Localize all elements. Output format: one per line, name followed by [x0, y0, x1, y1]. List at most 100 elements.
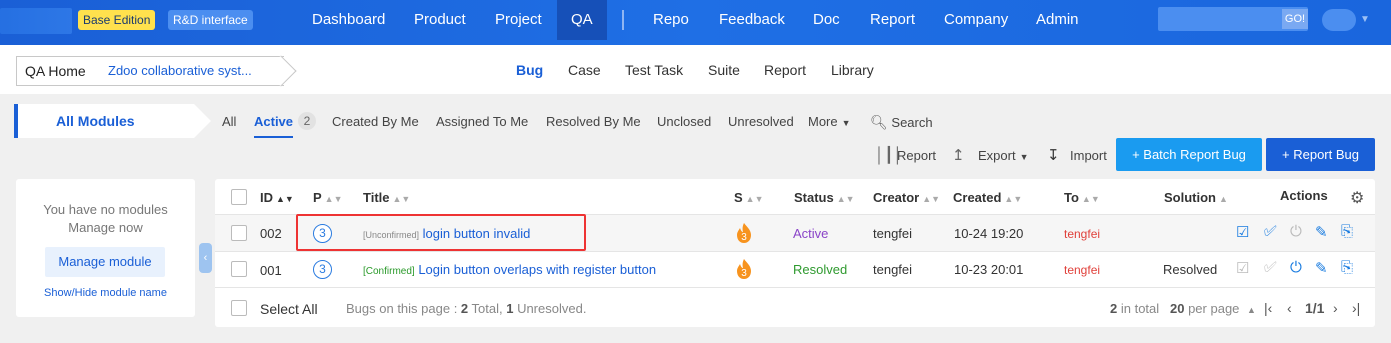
- col-priority[interactable]: P ▲▼: [313, 190, 343, 205]
- col-title-label: Title: [363, 190, 390, 205]
- nav-qa[interactable]: QA: [557, 0, 607, 40]
- collapse-panel-handle[interactable]: ‹: [199, 243, 212, 273]
- first-page-icon[interactable]: |‹: [1264, 300, 1272, 316]
- nav-dashboard[interactable]: Dashboard: [312, 0, 385, 40]
- filter-active[interactable]: Active: [254, 114, 294, 138]
- bug-title-link[interactable]: Login button overlaps with register butt…: [418, 262, 656, 277]
- header-checkbox[interactable]: [231, 189, 247, 205]
- filter-more[interactable]: More ▼: [808, 114, 851, 129]
- tab-suite[interactable]: Suite: [708, 62, 740, 78]
- row-checkbox[interactable]: [231, 225, 247, 241]
- nav-doc[interactable]: Doc: [813, 0, 840, 40]
- bug-title[interactable]: [Confirmed] Login button overlaps with r…: [363, 262, 656, 277]
- col-created[interactable]: Created ▲▼: [953, 190, 1022, 205]
- chevron-down-icon[interactable]: ▼: [1360, 14, 1370, 25]
- nav-repo[interactable]: Repo: [653, 0, 689, 40]
- resolve-bug-icon: ✅︎: [1264, 259, 1277, 276]
- edition-badge: Base Edition: [78, 10, 156, 30]
- edit-icon[interactable]: ✎: [1315, 223, 1328, 241]
- filter-unresolved[interactable]: Unresolved: [728, 114, 794, 129]
- col-solution[interactable]: Solution ▲: [1164, 190, 1228, 205]
- total-count: 2 in total: [1110, 301, 1159, 316]
- sort-icon: ▲▼: [745, 194, 764, 204]
- page-indicator: 1/1: [1305, 300, 1325, 316]
- col-status-label: Status: [794, 190, 834, 205]
- batch-report-bug-button[interactable]: + Batch Report Bug: [1116, 138, 1262, 171]
- next-page-icon[interactable]: ›: [1333, 300, 1338, 316]
- breadcrumb-qa-home[interactable]: QA Home: [16, 56, 94, 86]
- caret-down-icon: ▼: [841, 118, 851, 128]
- nav-product[interactable]: Product: [414, 0, 466, 40]
- total-count-label: in total: [1117, 301, 1160, 316]
- caret-up-icon: ▲: [1247, 305, 1256, 315]
- gear-icon[interactable]: ⚙: [1350, 188, 1364, 208]
- close-bug-icon[interactable]: ⏻︎: [1290, 259, 1302, 276]
- all-modules-tab[interactable]: All Modules: [14, 104, 194, 138]
- col-status[interactable]: Status ▲▼: [794, 190, 855, 205]
- row-checkbox[interactable]: [231, 261, 247, 277]
- import-button[interactable]: Import: [1070, 148, 1107, 163]
- creator: tengfei: [873, 226, 913, 241]
- upload-icon: ↥: [952, 147, 965, 164]
- nav-report[interactable]: Report: [870, 0, 915, 40]
- sort-desc-icon: ▲▼: [276, 194, 294, 204]
- rd-interface-badge[interactable]: R&D interface: [168, 10, 253, 30]
- sort-icon: ▲▼: [392, 194, 411, 204]
- prev-page-icon[interactable]: ‹: [1287, 300, 1292, 316]
- status-badge: Resolved: [793, 262, 848, 277]
- col-id[interactable]: ID ▲▼: [260, 190, 294, 205]
- nav-feedback[interactable]: Feedback: [719, 0, 785, 40]
- col-title[interactable]: Title ▲▼: [363, 190, 410, 205]
- confirm-bug-icon[interactable]: ☑: [1236, 223, 1249, 241]
- sort-icon: ▲▼: [836, 194, 855, 204]
- per-page-select[interactable]: 20 per page ▲: [1170, 301, 1256, 316]
- filter-assigned-to-me[interactable]: Assigned To Me: [436, 114, 528, 129]
- resolve-bug-icon[interactable]: ✅︎: [1264, 223, 1277, 240]
- search-go-button[interactable]: GO!: [1282, 9, 1308, 29]
- manage-module-button[interactable]: Manage module: [45, 247, 165, 277]
- col-severity-label: S: [734, 190, 743, 205]
- nav-project[interactable]: Project: [495, 0, 542, 40]
- col-severity[interactable]: S ▲▼: [734, 190, 764, 205]
- caret-down-icon: ▼: [1019, 152, 1029, 162]
- created-date: 10-23 20:01: [954, 262, 1024, 277]
- col-assigned-to[interactable]: To ▲▼: [1064, 190, 1100, 205]
- copy-icon[interactable]: ⎘: [1341, 223, 1353, 240]
- bug-id: 002: [260, 226, 282, 241]
- assigned-to[interactable]: tengfei: [1064, 263, 1100, 277]
- report-button[interactable]: Report: [897, 148, 936, 163]
- filter-resolved-by-me[interactable]: Resolved By Me: [546, 114, 641, 129]
- company-logo[interactable]: [0, 8, 72, 34]
- avatar[interactable]: [1322, 9, 1356, 31]
- tab-report[interactable]: Report: [764, 62, 806, 78]
- filter-created-by-me[interactable]: Created By Me: [332, 114, 419, 129]
- tab-bug[interactable]: Bug: [516, 62, 543, 78]
- tab-library[interactable]: Library: [831, 62, 874, 78]
- product-switcher[interactable]: Zdoo collaborative syst...: [94, 56, 284, 86]
- col-creator[interactable]: Creator ▲▼: [873, 190, 940, 205]
- page-summary: Bugs on this page : 2 Total, 1 Unresolve…: [346, 301, 586, 316]
- report-bug-button[interactable]: + Report Bug: [1266, 138, 1375, 171]
- tab-case[interactable]: Case: [568, 62, 601, 78]
- filter-all[interactable]: All: [222, 114, 236, 129]
- filter-unclosed[interactable]: Unclosed: [657, 114, 711, 129]
- col-priority-label: P: [313, 190, 322, 205]
- filter-more-label: More: [808, 114, 838, 129]
- last-page-icon[interactable]: ›|: [1352, 300, 1360, 316]
- export-button[interactable]: Export ▼: [978, 148, 1029, 163]
- tab-test-task[interactable]: Test Task: [625, 62, 683, 78]
- copy-icon[interactable]: ⎘: [1341, 259, 1353, 276]
- edit-icon[interactable]: ✎: [1315, 259, 1328, 277]
- filter-search[interactable]: 🔍︎ Search: [870, 114, 933, 131]
- nav-admin[interactable]: Admin: [1036, 0, 1079, 40]
- creator: tengfei: [873, 262, 913, 277]
- active-count-badge: 2: [298, 112, 316, 130]
- assigned-to[interactable]: tengfei: [1064, 227, 1100, 241]
- nav-company[interactable]: Company: [944, 0, 1008, 40]
- show-hide-module-link[interactable]: Show/Hide module name: [16, 287, 195, 299]
- select-all-label[interactable]: Select All: [260, 301, 318, 317]
- select-all-checkbox[interactable]: [231, 300, 247, 316]
- sort-icon: ▲▼: [1081, 194, 1100, 204]
- fire-icon: 3: [737, 259, 751, 279]
- col-to-label: To: [1064, 190, 1079, 205]
